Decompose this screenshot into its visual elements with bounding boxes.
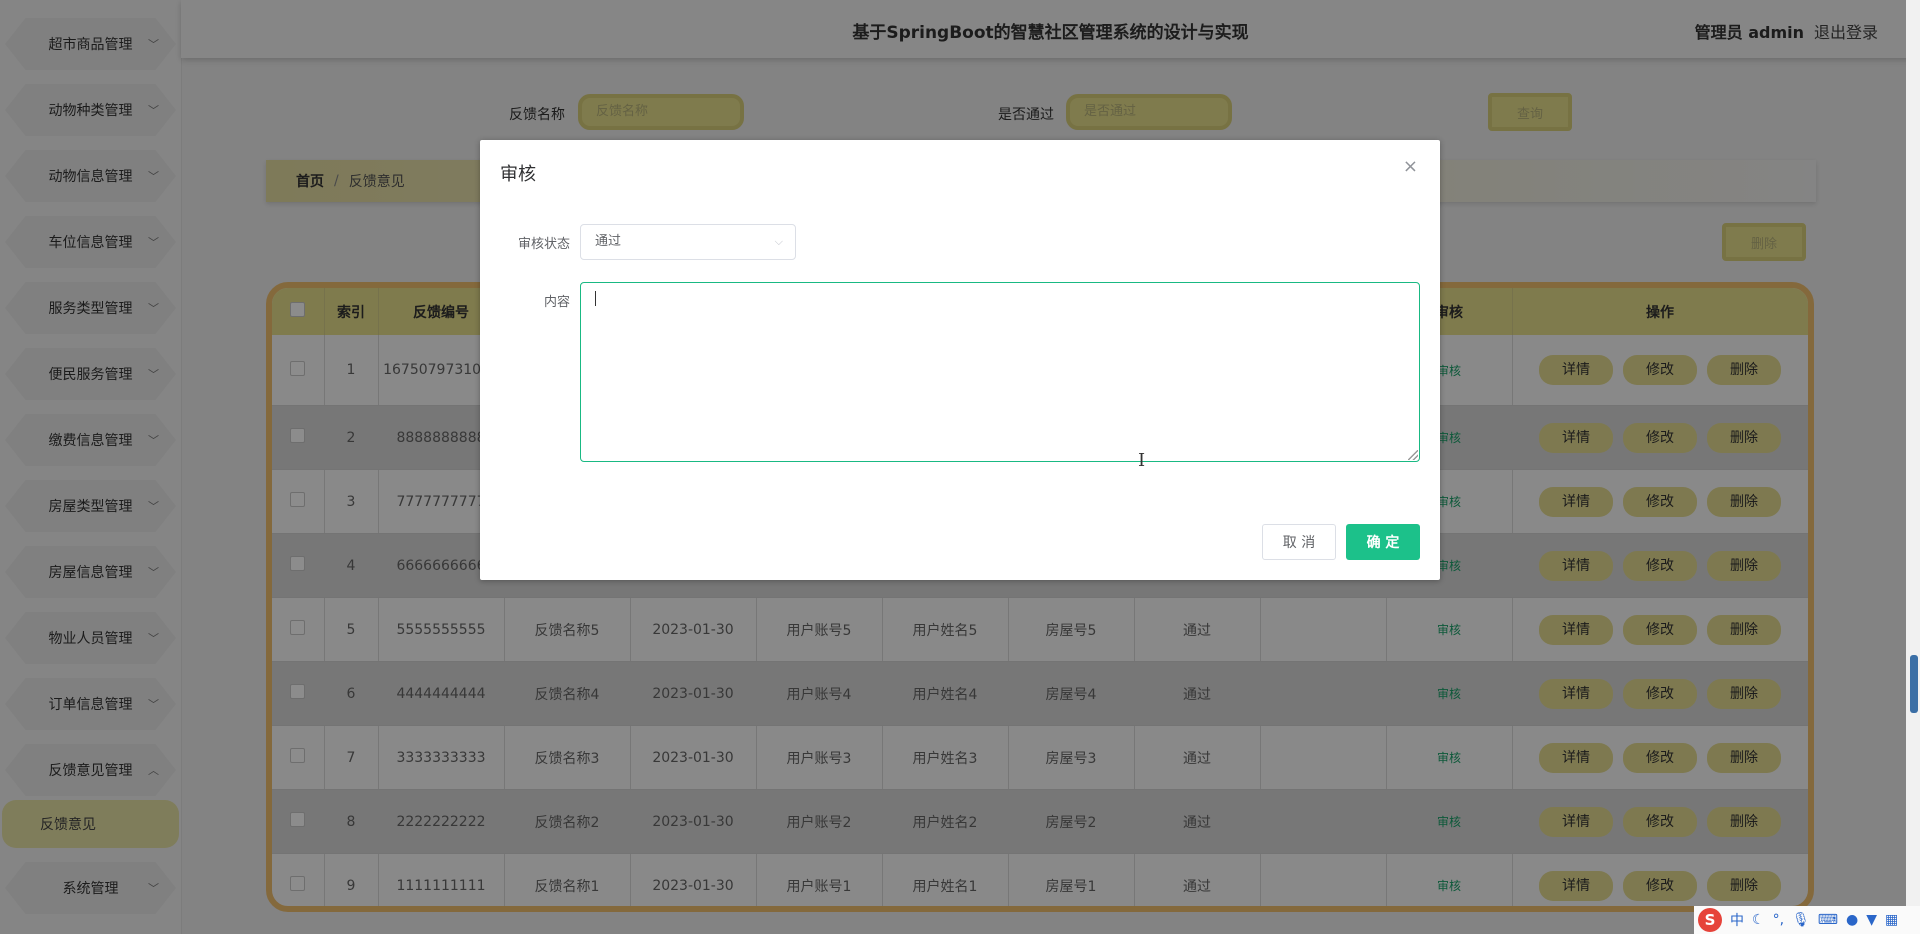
ime-mode-indicator[interactable]: 中	[1730, 910, 1744, 930]
user-icon[interactable]: ●	[1846, 912, 1858, 928]
audit-dialog: 审核 × 审核状态 通过 ⌵ 内容 I 取 消 确 定	[480, 140, 1440, 580]
grid-icon[interactable]: ▦	[1885, 912, 1898, 928]
audit-status-label: 审核状态	[517, 237, 570, 252]
shirt-icon[interactable]: ▼	[1866, 912, 1877, 928]
microphone-icon[interactable]: 🎙	[1792, 912, 1810, 928]
cancel-button[interactable]: 取 消	[1262, 524, 1336, 560]
chevron-down-icon: ⌵	[774, 235, 783, 248]
ime-toolbar[interactable]: S 中 ☾ °, 🎙 ⌨ ● ▼ ▦	[1694, 906, 1920, 934]
audit-status-value: 通过	[595, 234, 622, 249]
page-scrollbar[interactable]	[1906, 0, 1920, 934]
dialog-title: 审核	[500, 164, 536, 185]
close-icon[interactable]: ×	[1403, 156, 1418, 177]
text-cursor-icon: I	[1138, 450, 1146, 471]
sogou-logo-icon: S	[1698, 908, 1722, 932]
confirm-button[interactable]: 确 定	[1346, 524, 1420, 560]
content-label: 内容	[543, 295, 570, 310]
audit-status-select[interactable]: 通过 ⌵	[580, 224, 796, 260]
text-caret	[595, 291, 596, 306]
keyboard-icon[interactable]: ⌨	[1818, 912, 1838, 928]
moon-icon[interactable]: ☾	[1752, 912, 1765, 928]
scrollbar-thumb[interactable]	[1910, 655, 1918, 713]
content-textarea[interactable]	[580, 282, 1420, 462]
resize-handle-icon[interactable]	[1408, 450, 1418, 460]
punctuation-icon[interactable]: °,	[1773, 912, 1784, 928]
